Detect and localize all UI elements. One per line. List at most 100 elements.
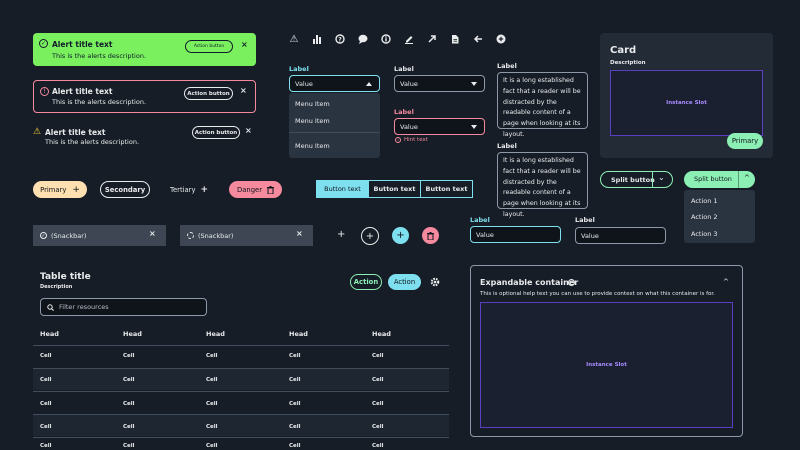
table-header[interactable]: Head (289, 330, 308, 338)
select-open[interactable]: Value (289, 75, 380, 92)
table-description: Description (40, 284, 73, 290)
delete-circle-button[interactable] (422, 227, 439, 244)
add-circle-outline-button[interactable]: + (361, 227, 379, 245)
chevron-up-icon[interactable]: ^ (744, 174, 750, 182)
menu-item[interactable]: Menu Item (295, 117, 330, 125)
card-description: Description (610, 60, 646, 66)
bar-chart-icon[interactable] (309, 31, 325, 47)
split-button-label[interactable]: Split button (611, 176, 655, 184)
table-cell: Cell (372, 401, 384, 407)
table-cell: Cell (206, 424, 218, 430)
table-action-button[interactable]: Action (350, 274, 382, 290)
table-title: Table title (40, 272, 91, 282)
alert-error: ! Alert title text This is the alerts de… (33, 80, 256, 113)
add-circle-filled-button[interactable]: + (392, 227, 409, 244)
textarea[interactable]: It is a long established fact that a rea… (497, 152, 588, 218)
table-action-button[interactable]: Action (388, 274, 421, 290)
split-menu-item[interactable]: Action 3 (691, 230, 718, 238)
split-menu-item[interactable]: Action 1 (691, 197, 718, 205)
info-icon[interactable]: i (568, 279, 575, 286)
file-icon[interactable] (447, 31, 463, 47)
primary-button[interactable]: Primary + (33, 181, 87, 198)
error-icon: ! (395, 137, 401, 143)
add-icon: + (200, 184, 209, 195)
comment-icon[interactable] (355, 31, 371, 47)
chevron-down-icon[interactable]: ⌄ (658, 173, 665, 182)
table-cell: Cell (206, 353, 218, 359)
select-label: Label (289, 65, 309, 73)
trash-icon (267, 185, 274, 194)
table-row[interactable] (33, 438, 449, 450)
primary-button-label: Primary (40, 185, 67, 194)
segment-button[interactable]: Button text (368, 181, 420, 197)
split-menu-item[interactable]: Action 2 (691, 213, 718, 221)
select-label: Label (394, 108, 414, 116)
danger-button[interactable]: Danger (229, 181, 282, 198)
menu-item[interactable]: Menu Item (295, 142, 330, 150)
select-plain[interactable]: Value (394, 75, 485, 92)
caret-up-icon (366, 82, 372, 86)
input-plain[interactable]: Value (575, 227, 666, 244)
help-icon[interactable]: ? (332, 31, 348, 47)
loading-icon (187, 232, 194, 239)
card-primary-button[interactable]: Primary (727, 133, 763, 149)
input-focused[interactable]: Value (470, 226, 561, 243)
alert-action-button[interactable]: Action button (192, 126, 240, 139)
settings-icon[interactable] (430, 277, 440, 287)
expandable-title[interactable]: Expandable container (480, 278, 578, 287)
alert-action-button[interactable]: Action button (185, 40, 233, 53)
table-row[interactable] (33, 369, 449, 390)
segment-button[interactable]: Button text (317, 181, 368, 197)
info-icon[interactable] (378, 31, 394, 47)
edit-icon[interactable] (401, 31, 417, 47)
table-header[interactable]: Head (40, 330, 59, 338)
textarea[interactable]: It is a long established fact that a rea… (497, 72, 588, 138)
table-divider (33, 368, 449, 369)
search-icon (47, 304, 54, 311)
filter-input[interactable]: Filter resources (40, 298, 207, 316)
close-icon[interactable]: × (245, 126, 252, 135)
secondary-button[interactable]: Secondary (100, 181, 150, 198)
snackbar-text: (Snackbar) (51, 231, 87, 240)
table-cell: Cell (289, 424, 301, 430)
table-row[interactable] (33, 346, 449, 367)
external-arrow-icon[interactable] (424, 31, 440, 47)
alert-description: This is the alerts description. (52, 98, 147, 106)
segment-button[interactable]: Button text (420, 181, 472, 197)
close-icon[interactable]: × (241, 40, 248, 49)
instance-slot: Instance Slot (480, 302, 733, 428)
menu-item[interactable]: Menu Item (295, 100, 330, 108)
split-divider (652, 172, 653, 187)
table-cell: Cell (123, 424, 135, 430)
close-icon[interactable]: × (296, 229, 303, 238)
select-label: Label (394, 65, 414, 73)
alert-success: ✓ Alert title text This is the alerts de… (33, 33, 256, 66)
select-error[interactable]: Value (394, 118, 485, 135)
table-cell: Cell (206, 443, 218, 449)
add-icon-button[interactable]: + (337, 229, 345, 240)
tertiary-button[interactable]: Tertiary + (167, 181, 211, 198)
add-circle-icon[interactable] (493, 31, 509, 47)
split-menu: Action 1 Action 2 Action 3 (684, 190, 755, 243)
table-cell: Cell (40, 353, 52, 359)
close-icon[interactable]: × (149, 229, 156, 238)
table-row[interactable] (33, 415, 449, 436)
caret-down-icon (471, 82, 477, 86)
snackbar-text: (Snackbar) (198, 231, 234, 240)
split-button-label[interactable]: Split button (694, 175, 732, 183)
table-cell: Cell (40, 443, 52, 449)
table-cell: Cell (40, 377, 52, 383)
warning-icon[interactable]: ⚠ (286, 31, 302, 47)
table-header[interactable]: Head (123, 330, 142, 338)
alert-warning: ⚠ Alert title text This is the alerts de… (33, 124, 256, 146)
warning-icon: ⚠ (33, 127, 42, 137)
collapse-chevron-icon[interactable]: ^ (723, 278, 729, 286)
alert-action-button[interactable]: Action button (184, 87, 233, 100)
arrow-left-icon[interactable] (470, 31, 486, 47)
table-header[interactable]: Head (372, 330, 391, 338)
table-row[interactable] (33, 392, 449, 413)
close-icon[interactable]: × (240, 86, 247, 95)
table-header[interactable]: Head (206, 330, 225, 338)
table-cell: Cell (206, 377, 218, 383)
textarea-label: Label (497, 62, 517, 70)
